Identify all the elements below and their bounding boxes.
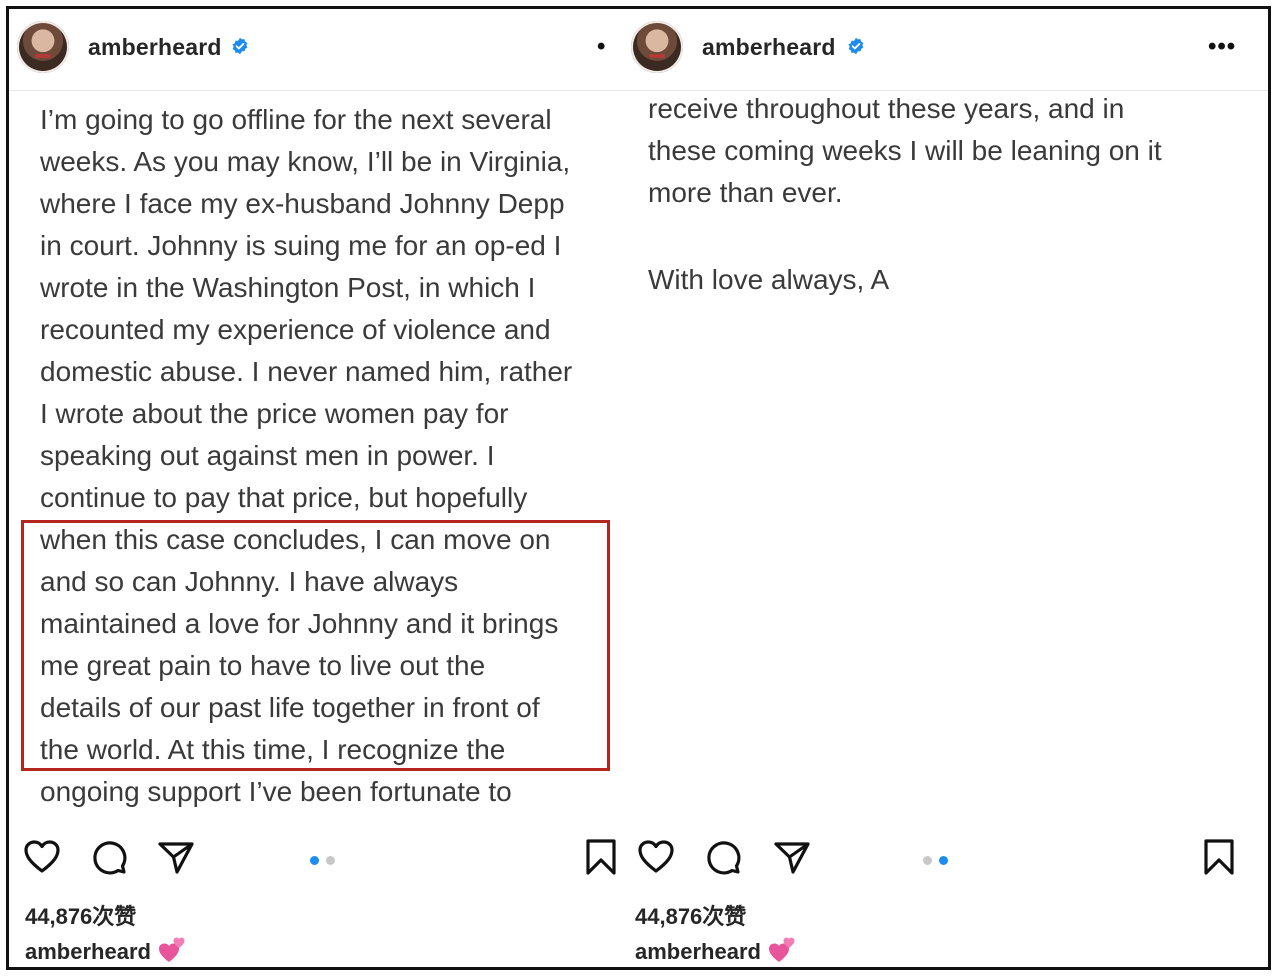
text-line: I’m going to go offline for the next sev… (40, 104, 552, 135)
text-line: in court. Johnny is suing me for an op-e… (40, 230, 562, 261)
carousel-dot-active (939, 856, 948, 865)
text-line: wrote in the Washington Post, in which I (40, 272, 536, 303)
text-line: where I face my ex-husband Johnny Depp (40, 188, 565, 219)
post-panel-right: amberheard ••• receive throughout these … (623, 9, 1268, 967)
more-options-icon[interactable]: • (597, 33, 606, 61)
verified-badge-icon (232, 37, 248, 55)
text-line: these coming weeks I will be leaning on … (648, 135, 1162, 166)
text-line: continue to pay that price, but hopefull… (40, 482, 528, 513)
caption: amberheard (25, 937, 187, 967)
text-line-blank (648, 214, 1162, 259)
carousel-dot (923, 856, 932, 865)
text-line: more than ever. (648, 177, 843, 208)
carousel-dot-active (310, 856, 319, 865)
post-text: receive throughout these years, and in t… (648, 88, 1162, 301)
likes-count[interactable]: 44,876次赞 (635, 899, 746, 931)
two-hearts-emoji (768, 937, 795, 962)
text-line: recounted my experience of violence and (40, 314, 551, 345)
highlight-box (21, 520, 610, 771)
post-panel-left: amberheard • I’m going to go offline for… (9, 9, 623, 967)
post-header: amberheard ••• (623, 9, 1268, 89)
username[interactable]: amberheard (702, 34, 836, 61)
verified-badge-icon (848, 37, 864, 55)
bookmark-icon[interactable] (1199, 837, 1239, 877)
comment-icon[interactable] (89, 837, 129, 877)
bookmark-icon[interactable] (581, 837, 621, 877)
avatar[interactable] (631, 21, 683, 73)
comment-icon[interactable] (703, 837, 743, 877)
heart-icon[interactable] (22, 837, 62, 877)
username[interactable]: amberheard (88, 34, 222, 61)
heart-icon[interactable] (636, 837, 676, 877)
screenshot-frame: amberheard • I’m going to go offline for… (6, 6, 1271, 970)
likes-count[interactable]: 44,876次赞 (25, 899, 136, 931)
caption: amberheard (635, 937, 797, 967)
text-line: With love always, A (648, 264, 890, 295)
text-line: domestic abuse. I never named him, rathe… (40, 356, 573, 387)
text-line: weeks. As you may know, I’ll be in Virgi… (40, 146, 571, 177)
avatar[interactable] (17, 21, 69, 73)
text-line: speaking out against men in power. I (40, 440, 495, 471)
carousel-dot (326, 856, 335, 865)
text-line: I wrote about the price women pay for (40, 398, 509, 429)
caption-username[interactable]: amberheard (635, 939, 761, 964)
header-divider (9, 90, 623, 91)
share-icon[interactable] (772, 837, 812, 877)
caption-username[interactable]: amberheard (25, 939, 151, 964)
text-line: ongoing support I’ve been fortunate to (40, 776, 512, 807)
share-icon[interactable] (156, 837, 196, 877)
post-header: amberheard • (9, 9, 623, 89)
two-hearts-emoji (158, 937, 185, 962)
more-options-icon[interactable]: ••• (1208, 33, 1236, 61)
text-line: receive throughout these years, and in (648, 93, 1125, 124)
